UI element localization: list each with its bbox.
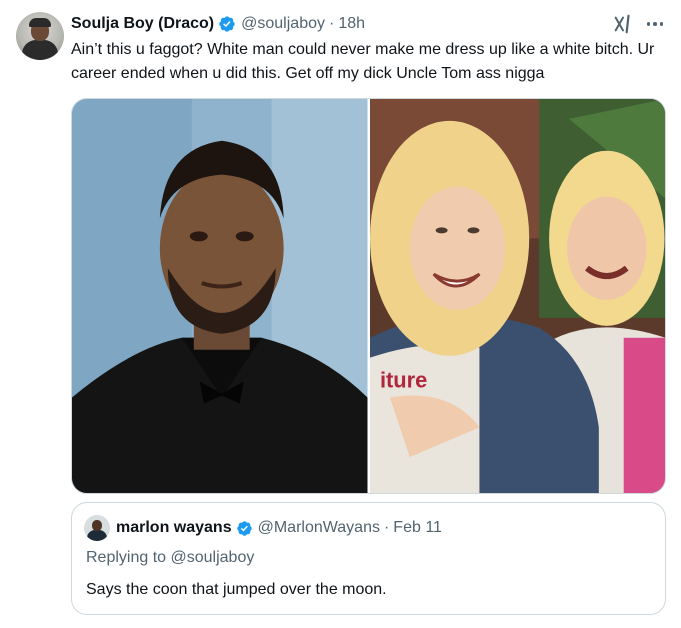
replying-prefix: Replying to [86, 549, 171, 566]
quoted-tweet[interactable]: marlon wayans @MarlonWayans · Feb 11 Rep… [71, 502, 666, 615]
more-icon[interactable] [644, 13, 666, 35]
tweet-header: Soulja Boy (Draco) @souljaboy · 18h [71, 13, 365, 35]
separator-dot: · [328, 15, 335, 32]
tweet-timestamp[interactable]: 18h [338, 15, 365, 33]
replying-to: Replying to @souljaboy [86, 549, 254, 567]
verified-badge-icon [236, 520, 252, 536]
quote-date[interactable]: Feb 11 [393, 519, 442, 537]
grok-icon[interactable] [612, 13, 634, 35]
separator-dot: · [383, 519, 390, 536]
tweet-media: iture [71, 98, 666, 494]
media-photo-2[interactable]: iture [369, 99, 665, 493]
author-name[interactable]: Soulja Boy (Draco) [71, 15, 214, 33]
svg-text:iture: iture [379, 368, 426, 393]
quote-author-handle[interactable]: @MarlonWayans [258, 519, 380, 537]
author-handle[interactable]: @souljaboy [241, 15, 325, 33]
verified-badge-icon [219, 16, 235, 32]
quote-header: marlon wayans @MarlonWayans · Feb 11 [116, 518, 442, 538]
author-avatar[interactable] [16, 12, 64, 60]
replying-mention[interactable]: @souljaboy [171, 549, 255, 566]
quote-author-name[interactable]: marlon wayans [116, 519, 232, 537]
quote-author-avatar[interactable] [84, 515, 110, 541]
quote-text: Says the coon that jumped over the moon. [86, 581, 387, 598]
media-photo-1[interactable] [72, 99, 368, 493]
tweet-text: Ain’t this u faggot? White man could nev… [71, 41, 659, 82]
